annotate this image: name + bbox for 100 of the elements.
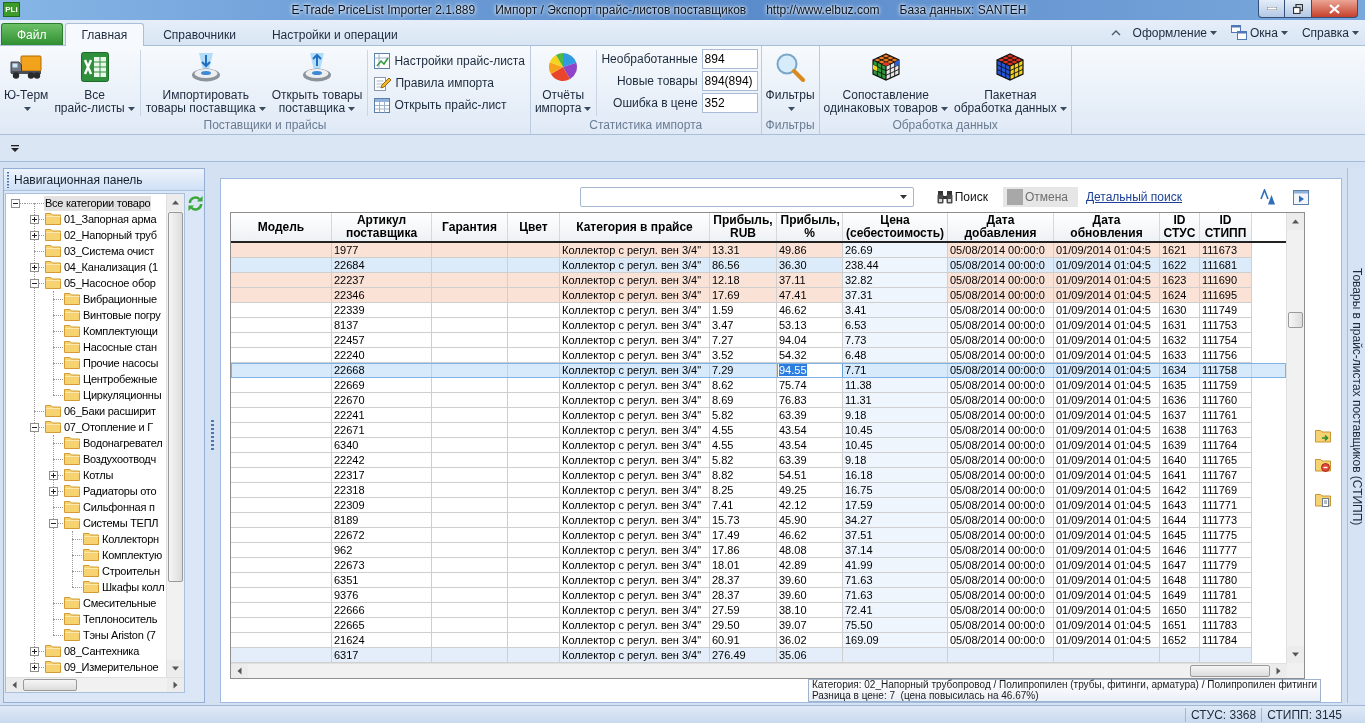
tree-item[interactable]: Строительн — [101, 563, 161, 579]
table-row[interactable]: 22669 Коллектор с регул. вен 3/4" 8.62 75.74 11.38 05/08/2014 00:00:0 01/09/2014 01:04:5 1635 111759 — [231, 378, 1286, 393]
tree-item[interactable]: Смесительные — [82, 595, 158, 611]
table-row[interactable]: 22673 Коллектор с регул. вен 3/4" 18.01 42.89 41.99 05/08/2014 00:00:0 01/09/2014 01:04:5 1647 111779 — [231, 558, 1286, 573]
tree-item[interactable]: Тэны Ariston (7 — [82, 627, 157, 643]
tree-item[interactable]: Вибрационные — [82, 291, 158, 307]
column-header[interactable]: Модель — [231, 213, 332, 241]
table-row[interactable]: 22318 Коллектор с регул. вен 3/4" 8.25 49.25 16.75 05/08/2014 00:00:0 01/09/2014 01:04:5 1642 111769 — [231, 483, 1286, 498]
table-row[interactable]: 6351 Коллектор с регул. вен 3/4" 28.37 39.60 71.63 05/08/2014 00:00:0 01/09/2014 01:04:5 1648 111780 — [231, 573, 1286, 588]
ribbon-small-button[interactable]: Открыть прайс-лист — [371, 94, 528, 116]
table-row[interactable]: 22665 Коллектор с регул. вен 3/4" 29.50 39.07 75.50 05/08/2014 00:00:0 01/09/2014 01:04:5 1651 111783 — [231, 618, 1286, 633]
tree-item[interactable]: Воздухоотводч — [82, 451, 157, 467]
tree-item[interactable]: 07_Отопление и Г — [63, 419, 154, 435]
table-row[interactable]: 22684 Коллектор с регул. вен 3/4" 86.56 36.30 238.44 05/08/2014 00:00:0 01/09/2014 01:04:5 1622 111681 — [231, 258, 1286, 273]
tree-item[interactable]: Теплоноситель — [82, 611, 159, 627]
table-row[interactable]: 22668 Коллектор с регул. вен 3/4" 7.29 94.55 7.71 05/08/2014 00:00:0 01/09/2014 01:04:5 1634 111758 — [231, 363, 1286, 378]
tree-item[interactable]: 05_Насосное обор — [63, 275, 157, 291]
table-row[interactable]: 962 Коллектор с регул. вен 3/4" 17.86 48.08 37.14 05/08/2014 00:00:0 01/09/2014 01:04:5 1646 111777 — [231, 543, 1286, 558]
side-tab[interactable]: Товары в прайс-листах поставщиков (СТИПП) — [1348, 262, 1365, 532]
ribbon-small-button[interactable]: Правила импорта — [371, 72, 528, 94]
ribbon-button[interactable]: Ю-Терм — [1, 48, 52, 118]
expand-icon[interactable] — [49, 470, 58, 480]
chevron-up-icon[interactable] — [1110, 29, 1121, 36]
expand-icon[interactable] — [30, 230, 39, 240]
dropdown-arrow-icon[interactable] — [899, 195, 907, 199]
collapse-icon[interactable] — [49, 518, 58, 528]
tree-item[interactable]: Комплектующи — [82, 323, 159, 339]
ribbon-button[interactable]: Пакетная обработка данных — [951, 48, 1070, 118]
tree-item[interactable]: Шкафы колл — [101, 579, 166, 595]
splitter-handle[interactable] — [211, 419, 214, 452]
tree-item[interactable]: Коллекторн — [101, 531, 160, 547]
customize-caret-icon[interactable] — [11, 144, 19, 152]
scroll-thumb[interactable] — [1190, 665, 1270, 677]
table-row[interactable]: 22317 Коллектор с регул. вен 3/4" 8.82 54.51 16.18 05/08/2014 00:00:0 01/09/2014 01:04:5 1641 111767 — [231, 468, 1286, 483]
tree-item[interactable]: Водонагревател — [82, 435, 164, 451]
table-row[interactable]: 22672 Коллектор с регул. вен 3/4" 17.49 46.62 37.51 05/08/2014 00:00:0 01/09/2014 01:04:5 1645 111775 — [231, 528, 1286, 543]
tree-item[interactable]: Радиаторы ото — [82, 483, 158, 499]
tree-item[interactable]: Винтовые погру — [82, 307, 162, 323]
expand-icon[interactable] — [49, 486, 58, 496]
scroll-thumb[interactable] — [168, 212, 183, 582]
table-row[interactable]: 22666 Коллектор с регул. вен 3/4" 27.59 38.10 72.41 05/08/2014 00:00:0 01/09/2014 01:04:5 1650 111782 — [231, 603, 1286, 618]
folder-arrow-icon[interactable] — [1315, 429, 1331, 444]
collapse-icon[interactable] — [30, 278, 39, 288]
vertical-scrollbar[interactable] — [1286, 213, 1304, 663]
expand-icon[interactable] — [30, 214, 39, 224]
column-header[interactable]: Дата обновления — [1054, 213, 1160, 241]
tree-item[interactable]: 04_Канализация (1 — [63, 259, 159, 275]
ribbon-tab[interactable]: Настройки и операции — [254, 23, 415, 45]
column-header[interactable]: Цена (себестоимость) — [843, 213, 948, 241]
tree-item[interactable]: Котлы — [82, 467, 115, 483]
menu-button[interactable]: Оформление — [1130, 25, 1220, 40]
table-row[interactable]: 22671 Коллектор с регул. вен 3/4" 4.55 43.54 10.45 05/08/2014 00:00:0 01/09/2014 01:04:5 1638 111763 — [231, 423, 1286, 438]
table-row[interactable]: 6317 Коллектор с регул. вен 3/4" 276.49 35.06 — [231, 648, 1286, 663]
table-row[interactable]: 8137 Коллектор с регул. вен 3/4" 3.47 53.13 6.53 05/08/2014 00:00:0 01/09/2014 01:04:5 1631 111753 — [231, 318, 1286, 333]
tree-item[interactable]: 01_Запорная арма — [63, 211, 158, 227]
column-header[interactable]: ID СТУС — [1160, 213, 1200, 241]
ribbon-button[interactable]: Открыть товары поставщика — [268, 48, 366, 118]
ribbon-button[interactable]: Все прайс-листы — [51, 48, 138, 118]
font-size-icon[interactable] — [1260, 189, 1276, 205]
tree-item[interactable]: Насосные стан — [82, 339, 158, 355]
ribbon-small-button[interactable]: Настройки прайс-листа — [371, 50, 528, 72]
column-header[interactable]: Цвет — [508, 213, 560, 241]
minimize-button[interactable] — [1258, 0, 1285, 18]
tree-item[interactable]: Прочие насосы — [82, 355, 160, 371]
table-row[interactable]: 22241 Коллектор с регул. вен 3/4" 5.82 63.39 9.18 05/08/2014 00:00:0 01/09/2014 01:04:5 1637 111761 — [231, 408, 1286, 423]
scroll-thumb[interactable] — [1288, 312, 1303, 328]
table-row[interactable]: 22457 Коллектор с регул. вен 3/4" 7.27 94.04 7.73 05/08/2014 00:00:0 01/09/2014 01:04:5 1632 111754 — [231, 333, 1286, 348]
expand-icon[interactable] — [30, 646, 39, 656]
tree-item[interactable]: Сильфонная п — [82, 499, 156, 515]
table-row[interactable]: 22670 Коллектор с регул. вен 3/4" 8.69 76.83 11.31 05/08/2014 00:00:0 01/09/2014 01:04:5 1636 111760 — [231, 393, 1286, 408]
tree-item[interactable]: Центробежные — [82, 371, 159, 387]
table-row[interactable]: 6340 Коллектор с регул. вен 3/4" 4.55 43.54 10.45 05/08/2014 00:00:0 01/09/2014 01:04:5 1639 111764 — [231, 438, 1286, 453]
ribbon-tab[interactable]: Справочники — [146, 23, 253, 45]
tree-item[interactable]: Циркуляционны — [82, 387, 163, 403]
tree-item[interactable]: Системы ТЕПЛ — [82, 515, 160, 531]
close-button[interactable] — [1312, 0, 1358, 18]
collapse-icon[interactable] — [30, 422, 39, 432]
cell-edit-field[interactable]: 94.55 — [777, 363, 843, 378]
tree-item[interactable]: 02_Напорный труб — [63, 227, 158, 243]
table-row[interactable]: 22242 Коллектор с регул. вен 3/4" 5.82 63.39 9.18 05/08/2014 00:00:0 01/09/2014 01:04:5 1640 111765 — [231, 453, 1286, 468]
column-header[interactable]: ID СТИПП — [1200, 213, 1252, 241]
horizontal-scrollbar[interactable] — [231, 663, 1287, 678]
table-row[interactable]: 22237 Коллектор с регул. вен 3/4" 12.18 37.11 32.82 05/08/2014 00:00:0 01/09/2014 01:04:5 1623 111690 — [231, 273, 1286, 288]
tree-item[interactable]: 08_Сантехника — [63, 643, 141, 659]
tree-item[interactable]: 09_Измерительное — [63, 659, 160, 675]
horizontal-scrollbar[interactable] — [6, 677, 184, 692]
table-row[interactable]: 9376 Коллектор с регул. вен 3/4" 28.37 39.60 71.63 05/08/2014 00:00:0 01/09/2014 01:04:5 1649 111781 — [231, 588, 1286, 603]
menu-button[interactable]: Окна — [1229, 25, 1290, 40]
column-header[interactable]: Прибыль, % — [777, 213, 843, 241]
column-header[interactable]: Дата добавления — [948, 213, 1054, 241]
ribbon-button[interactable]: Отчёты импорта — [531, 48, 595, 118]
expand-icon[interactable] — [30, 662, 39, 672]
table-row[interactable]: 1977 Коллектор с регул. вен 3/4" 13.31 49.86 26.69 05/08/2014 00:00:0 01/09/2014 01:04:5 1621 111673 — [231, 243, 1286, 258]
tree-item[interactable]: 03_Система очист — [63, 243, 155, 259]
collapse-icon[interactable] — [11, 198, 20, 208]
expand-icon[interactable] — [30, 262, 39, 272]
ribbon-button[interactable]: Импортировать товары поставщика — [142, 48, 269, 118]
detailed-search-link[interactable]: Детальный поиск — [1085, 190, 1182, 204]
table-row[interactable]: 22346 Коллектор с регул. вен 3/4" 17.69 47.41 37.31 05/08/2014 00:00:0 01/09/2014 01:04:5 1624 111695 — [231, 288, 1286, 303]
column-header[interactable]: Гарантия — [432, 213, 508, 241]
